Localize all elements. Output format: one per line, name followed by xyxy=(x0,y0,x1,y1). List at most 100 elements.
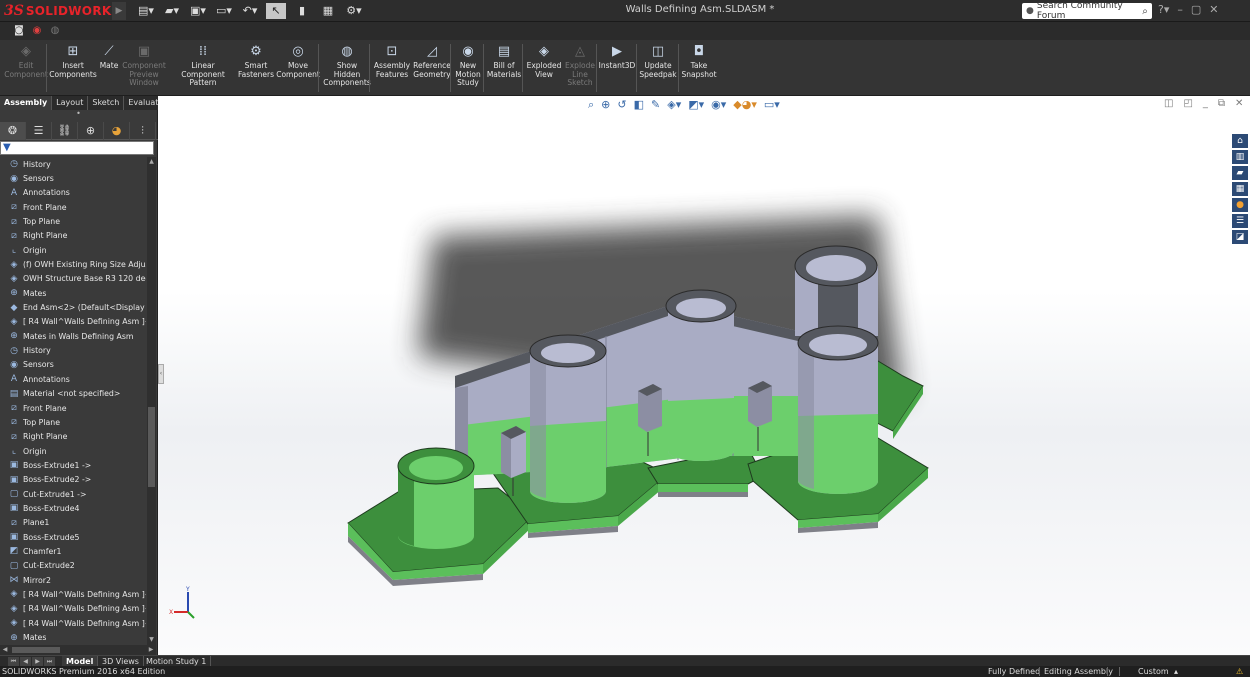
tower-back-right[interactable] xyxy=(794,245,878,336)
tree-item[interactable]: ⋈ Mirror2 xyxy=(0,573,146,587)
solidworks-logo[interactable]: 3S SOLIDWORKS xyxy=(4,2,120,20)
assembly-features-button[interactable]: ⊡ Assembly Features xyxy=(374,44,410,94)
update-speedpak-button[interactable]: ◫ Update Speedpak xyxy=(639,44,676,94)
units-selector[interactable]: Custom xyxy=(1138,666,1169,677)
last-tab-icon[interactable]: ⏭ xyxy=(44,657,55,666)
tree-item[interactable]: ⧄ Right Plane xyxy=(0,229,146,243)
tower-center[interactable] xyxy=(665,289,737,461)
reference-geometry-button[interactable]: ◿ Reference Geometry xyxy=(413,44,451,94)
tree-item[interactable]: ◈ OWH Structure Base R3 120 degree< xyxy=(0,272,146,286)
tree-item[interactable]: ⧄ Right Plane xyxy=(0,430,146,444)
tree-item[interactable]: ◷ History xyxy=(0,157,146,171)
scroll-down-icon[interactable]: ▼ xyxy=(147,635,156,645)
tree-item[interactable]: ▣ Boss-Extrude4 xyxy=(0,501,146,515)
tower-front-left[interactable] xyxy=(397,447,475,549)
insert-components-button[interactable]: ⊞ Insert Components xyxy=(49,44,96,94)
print-icon[interactable]: ▭▾ xyxy=(214,3,234,19)
hide-show-items-icon[interactable]: ◉▾ xyxy=(711,98,726,112)
panel-collapse-handle[interactable]: ‹ xyxy=(158,364,164,384)
file-properties-icon[interactable]: ▦ xyxy=(318,3,338,19)
tower-center-left[interactable] xyxy=(529,334,607,503)
forum-icon[interactable]: ◪ xyxy=(1232,230,1248,244)
tree-item[interactable]: ⧄ Top Plane xyxy=(0,415,146,429)
configuration-manager-tab-icon[interactable]: ⛓ xyxy=(52,122,78,140)
hscroll-thumb[interactable] xyxy=(12,647,60,653)
tower-front-right[interactable] xyxy=(797,325,879,494)
panel-grip[interactable]: • xyxy=(0,110,157,120)
tree-item[interactable]: ⧄ Front Plane xyxy=(0,200,146,214)
home-icon[interactable]: ⌂ xyxy=(1232,134,1248,148)
edit-component-button[interactable]: ◈ Edit Component xyxy=(4,44,48,94)
tree-item[interactable]: A Annotations xyxy=(0,372,146,386)
tree-item[interactable]: ◈ [ R4 Wall^Walls Defining Asm ]<1> -> (D xyxy=(0,315,146,329)
custom-properties-icon[interactable]: ☰ xyxy=(1232,214,1248,228)
prev-tab-icon[interactable]: ◀ xyxy=(20,657,31,666)
zoom-to-fit-icon[interactable]: ⌕ xyxy=(588,98,594,112)
viewport-restore-icon[interactable]: ⧉ xyxy=(1218,98,1225,109)
appearances-icon[interactable]: ● xyxy=(1232,198,1248,212)
explode-line-sketch-button[interactable]: ◬ Explode Line Sketch xyxy=(564,44,596,94)
tree-item[interactable]: ⊕ Mates in Walls Defining Asm xyxy=(0,329,146,343)
tree-item[interactable]: ⧄ Plane1 xyxy=(0,516,146,530)
assembly-model[interactable] xyxy=(158,96,1250,655)
property-manager-tab-icon[interactable]: ☰ xyxy=(26,122,52,140)
new-motion-study-button[interactable]: ◉ New Motion Study xyxy=(454,44,482,94)
viewport-tile-icon[interactable]: ◰ xyxy=(1183,98,1192,109)
tree-item[interactable]: ◉ Sensors xyxy=(0,171,146,185)
tree-filter-input[interactable]: ▼ xyxy=(0,141,154,155)
search-icon[interactable]: ⌕ xyxy=(1138,6,1152,17)
design-library-icon[interactable]: ▥ xyxy=(1232,150,1248,164)
feature-manager-tab-icon[interactable]: ❂ xyxy=(0,122,26,140)
linear-component-pattern-button[interactable]: ⁞⁞ Linear Component Pattern xyxy=(170,44,236,94)
help-icon[interactable]: ?▾ xyxy=(1158,3,1169,16)
exploded-view-button[interactable]: ◈ Exploded View xyxy=(527,44,562,94)
tree-item[interactable]: ▢ Cut-Extrude2 xyxy=(0,559,146,573)
tree-vertical-scrollbar[interactable]: ▲ ▼ xyxy=(147,157,156,645)
tree-item[interactable]: ▣ Boss-Extrude2 -> xyxy=(0,473,146,487)
tab-sketch[interactable]: Sketch xyxy=(88,96,125,110)
move-component-button[interactable]: ◎ Move Component xyxy=(276,44,320,94)
dimxpert-tab-icon[interactable]: ⊕ xyxy=(78,122,104,140)
options-icon[interactable]: ⚙▾ xyxy=(344,3,364,19)
tree-item[interactable]: ⊕ Mates xyxy=(0,286,146,300)
new-icon[interactable]: ▤▾ xyxy=(136,3,156,19)
first-tab-icon[interactable]: ⏮ xyxy=(8,657,19,666)
view-palette-icon[interactable]: ▦ xyxy=(1232,182,1248,196)
scroll-up-icon[interactable]: ▲ xyxy=(147,157,156,167)
bill-of-materials-button[interactable]: ▤ Bill of Materials xyxy=(487,44,521,94)
scroll-right-icon[interactable]: ▶ xyxy=(146,645,156,655)
tree-item[interactable]: ⌞ Origin xyxy=(0,444,146,458)
tab-layout[interactable]: Layout xyxy=(52,96,89,110)
search-input[interactable]: ● Search Community Forum ⌕ xyxy=(1022,1,1152,21)
scroll-left-icon[interactable]: ◀ xyxy=(0,645,10,655)
tree-item[interactable]: ◈ [ R4 Wall^Walls Defining Asm ]<3> -> (D xyxy=(0,602,146,616)
mate-button[interactable]: ⟋ Mate xyxy=(98,44,120,94)
zoom-to-area-icon[interactable]: ⊕ xyxy=(601,98,610,112)
tree-horizontal-scrollbar[interactable]: ◀ ▶ xyxy=(0,645,156,655)
scroll-thumb[interactable] xyxy=(148,407,155,487)
menu-expand-arrow-icon[interactable]: ▶ xyxy=(112,2,126,20)
tree-item[interactable]: ◉ Sensors xyxy=(0,358,146,372)
tree-item[interactable]: ▤ Material <not specified> xyxy=(0,387,146,401)
section-view-icon[interactable]: ◧ xyxy=(634,98,644,112)
tree-item[interactable]: ▣ Boss-Extrude5 xyxy=(0,530,146,544)
select-icon[interactable]: ↖ xyxy=(266,3,286,19)
open-icon[interactable]: ▰▾ xyxy=(162,3,182,19)
instant3d-button[interactable]: ▶ Instant3D xyxy=(598,44,636,94)
tree-item[interactable]: ▢ Cut-Extrude1 -> xyxy=(0,487,146,501)
close-icon[interactable]: ✕ xyxy=(1209,3,1218,16)
tree-item[interactable]: ⌞ Origin xyxy=(0,243,146,257)
units-dropdown-icon[interactable]: ▴ xyxy=(1174,666,1178,677)
show-hidden-components-button[interactable]: ◍ Show Hidden Components xyxy=(323,44,370,94)
tree-item[interactable]: ⊕ Mates xyxy=(0,630,146,644)
tree-item[interactable]: A Annotations xyxy=(0,186,146,200)
minimize-icon[interactable]: – xyxy=(1177,3,1183,16)
tree-item[interactable]: ◈ [ R4 Wall^Walls Defining Asm ]<4> -> (D xyxy=(0,616,146,630)
previous-view-icon[interactable]: ↺ xyxy=(617,98,626,112)
record-icon[interactable]: ◉ xyxy=(30,24,44,38)
tree-item[interactable]: ◈ [ R4 Wall^Walls Defining Asm ]<2> -> (D xyxy=(0,587,146,601)
take-snapshot-button[interactable]: ◘ Take Snapshot xyxy=(681,44,716,94)
dynamic-annotation-icon[interactable]: ✎ xyxy=(651,98,660,112)
apply-scene-icon[interactable]: ▭▾ xyxy=(764,98,780,112)
viewport-split-icon[interactable]: ◫ xyxy=(1164,98,1173,109)
